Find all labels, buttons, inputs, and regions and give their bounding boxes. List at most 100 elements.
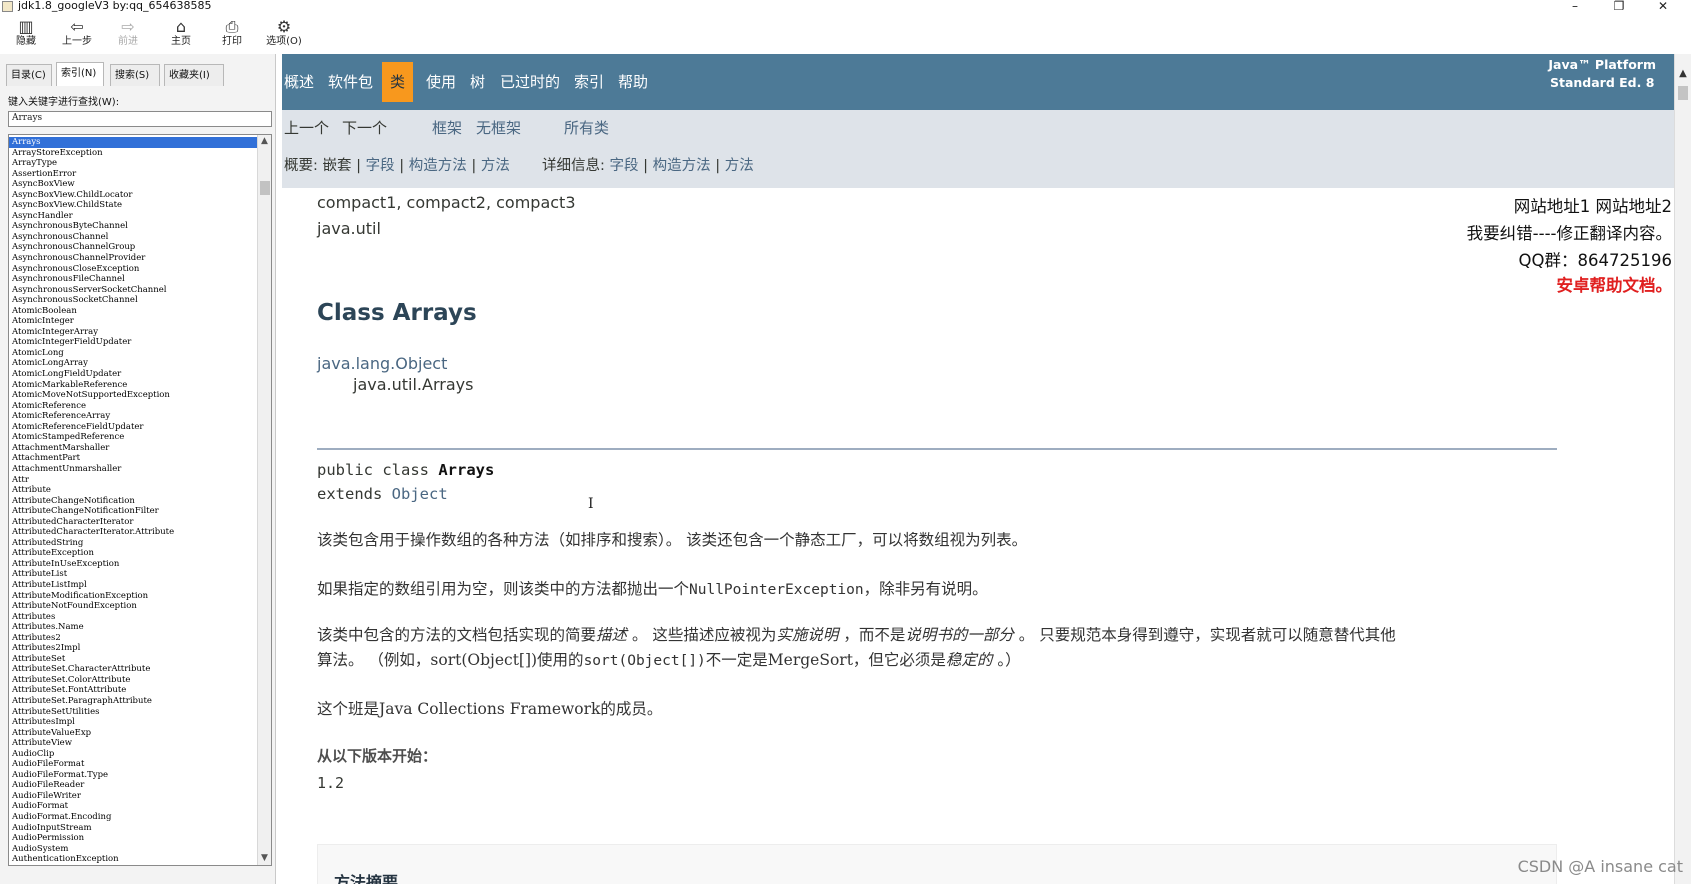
index-list-item[interactable]: AttributeSetUtilities	[9, 707, 259, 718]
index-list-item[interactable]: AtomicStampedReference	[9, 432, 259, 443]
index-list-item[interactable]: AtomicBoolean	[9, 306, 259, 317]
index-list-item[interactable]: AttributeList	[9, 569, 259, 580]
nav-overview[interactable]: 概述	[284, 72, 314, 92]
index-list-item[interactable]: AttributeChangeNotificationFilter	[9, 506, 259, 517]
options-button[interactable]: ⚙ 选项(O)	[260, 16, 308, 52]
nav-package[interactable]: 软件包	[328, 72, 373, 92]
summary-nested-link[interactable]: 嵌套	[323, 158, 352, 174]
index-list-item[interactable]: AssertionError	[9, 169, 259, 180]
index-list-item[interactable]: AtomicInteger	[9, 316, 259, 327]
index-list-item[interactable]: AttributeInUseException	[9, 559, 259, 570]
detail-method-link[interactable]: 方法	[725, 158, 754, 174]
nav-deprecated[interactable]: 已过时的	[500, 72, 560, 92]
tab-favorites[interactable]: 收藏夹(I)	[164, 64, 224, 86]
index-list-item[interactable]: AsynchronousChannelGroup	[9, 242, 259, 253]
index-list-item[interactable]: Attributes2Impl	[9, 643, 259, 654]
index-list-item[interactable]: AttributeModificationException	[9, 591, 259, 602]
index-list-item[interactable]: AsynchronousServerSocketChannel	[9, 285, 259, 296]
index-list-item[interactable]: Attribute	[9, 485, 259, 496]
nav-use[interactable]: 使用	[426, 72, 456, 92]
index-list-item[interactable]: AudioInputStream	[9, 823, 259, 834]
index-list-item[interactable]: Attributes.Name	[9, 622, 259, 633]
index-list-item[interactable]: AtomicMarkableReference	[9, 380, 259, 391]
object-link[interactable]: Object	[392, 485, 448, 503]
index-list-item[interactable]: AtomicLong	[9, 348, 259, 359]
scroll-up-icon[interactable]: ▲	[1675, 68, 1691, 79]
inheritance-object-link[interactable]: java.lang.Object	[317, 353, 447, 375]
index-list-item[interactable]: AudioSystem	[9, 844, 259, 855]
index-list-item[interactable]: AsynchronousChannel	[9, 232, 259, 243]
keyword-input[interactable]: Arrays	[8, 111, 272, 127]
scroll-down-icon[interactable]: ▼	[258, 852, 271, 865]
frames-link[interactable]: 框架	[432, 118, 462, 138]
document-scrollbar[interactable]: ▲	[1674, 54, 1691, 884]
index-list-item[interactable]: AsynchronousSocketChannel	[9, 295, 259, 306]
minimize-button[interactable]: –	[1560, 0, 1590, 14]
index-list-item[interactable]: AtomicIntegerArray	[9, 327, 259, 338]
index-list-item[interactable]: AudioFileReader	[9, 780, 259, 791]
index-list-item[interactable]: AttributedString	[9, 538, 259, 549]
index-list-item[interactable]: AttributeException	[9, 548, 259, 559]
index-list-item[interactable]: AudioFormat.Encoding	[9, 812, 259, 823]
close-button[interactable]: ✕	[1648, 0, 1678, 14]
index-list-item[interactable]: AsyncBoxView.ChildState	[9, 200, 259, 211]
index-list-item[interactable]: AttributedCharacterIterator	[9, 517, 259, 528]
index-list-item[interactable]: AttributeSet.ColorAttribute	[9, 675, 259, 686]
home-button[interactable]: ⌂ 主页	[157, 16, 205, 52]
index-list[interactable]: Arrays ArrayStoreException ArrayType Assert…	[8, 134, 272, 866]
index-list-item[interactable]: AtomicReferenceFieldUpdater	[9, 422, 259, 433]
forward-button[interactable]: ⇨ 前进	[104, 16, 152, 52]
nav-index[interactable]: 索引	[574, 72, 604, 92]
index-list-item[interactable]: AttributeSet.ParagraphAttribute	[9, 696, 259, 707]
index-list-item[interactable]: Attributes2	[9, 633, 259, 644]
index-scrollbar[interactable]: ▲ ▼	[257, 135, 271, 865]
summary-constructor-link[interactable]: 构造方法	[409, 158, 467, 174]
index-list-item[interactable]: AudioFileFormat.Type	[9, 770, 259, 781]
index-list-item[interactable]: AttributeView	[9, 738, 259, 749]
all-classes-link[interactable]: 所有类	[564, 118, 609, 138]
index-list-item[interactable]: AttachmentMarshaller	[9, 443, 259, 454]
detail-field-link[interactable]: 字段	[610, 158, 639, 174]
site-links[interactable]: 网站地址1 网站地址2	[1514, 196, 1672, 218]
restore-button[interactable]: ❐	[1604, 0, 1634, 14]
index-list-item[interactable]: ArrayType	[9, 158, 259, 169]
android-docs-link[interactable]: 安卓帮助文档。	[1557, 275, 1673, 297]
index-list-item[interactable]: AttributeChangeNotification	[9, 496, 259, 507]
index-list-item[interactable]: AttributeSet.CharacterAttribute	[9, 664, 259, 675]
index-list-item[interactable]: AttributeListImpl	[9, 580, 259, 591]
index-list-item[interactable]: AttachmentPart	[9, 453, 259, 464]
index-list-item[interactable]: Attr	[9, 475, 259, 486]
index-list-item[interactable]: ArrayStoreException	[9, 148, 259, 159]
index-list-item[interactable]: AudioClip	[9, 749, 259, 760]
summary-method-link[interactable]: 方法	[481, 158, 510, 174]
index-list-item[interactable]: AudioFileFormat	[9, 759, 259, 770]
no-frames-link[interactable]: 无框架	[476, 118, 521, 138]
nav-help[interactable]: 帮助	[618, 72, 648, 92]
prev-class-link[interactable]: 上一个	[284, 118, 329, 138]
detail-constructor-link[interactable]: 构造方法	[653, 158, 711, 174]
index-list-item[interactable]: AttributesImpl	[9, 717, 259, 728]
scroll-thumb[interactable]	[1678, 86, 1688, 100]
index-list-item[interactable]: AtomicReference	[9, 401, 259, 412]
scroll-up-icon[interactable]: ▲	[258, 135, 271, 148]
index-list-item[interactable]: AttributeSet	[9, 654, 259, 665]
index-list-item[interactable]: AsynchronousCloseException	[9, 264, 259, 275]
back-button[interactable]: ⇦ 上一步	[53, 16, 101, 52]
index-list-item[interactable]: AttributeValueExp	[9, 728, 259, 739]
index-list-item[interactable]: AtomicLongArray	[9, 358, 259, 369]
scroll-thumb[interactable]	[260, 181, 270, 195]
index-list-item[interactable]: AtomicMoveNotSupportedException	[9, 390, 259, 401]
tab-search[interactable]: 搜索(S)	[110, 64, 160, 86]
nav-class[interactable]: 类	[382, 62, 414, 102]
tab-contents[interactable]: 目录(C)	[6, 64, 52, 86]
index-list-item[interactable]: AsynchronousByteChannel	[9, 221, 259, 232]
index-list-item[interactable]: AttachmentUnmarshaller	[9, 464, 259, 475]
index-list-item[interactable]: Arrays	[9, 137, 259, 148]
index-list-item[interactable]: AuthenticationException	[9, 854, 259, 865]
hide-button[interactable]: ▥ 隐藏	[2, 16, 50, 52]
index-list-item[interactable]: AsynchronousFileChannel	[9, 274, 259, 285]
summary-field-link[interactable]: 字段	[366, 158, 395, 174]
index-list-item[interactable]: AudioPermission	[9, 833, 259, 844]
index-list-item[interactable]: AtomicIntegerFieldUpdater	[9, 337, 259, 348]
index-list-item[interactable]: AsyncBoxView.ChildLocator	[9, 190, 259, 201]
